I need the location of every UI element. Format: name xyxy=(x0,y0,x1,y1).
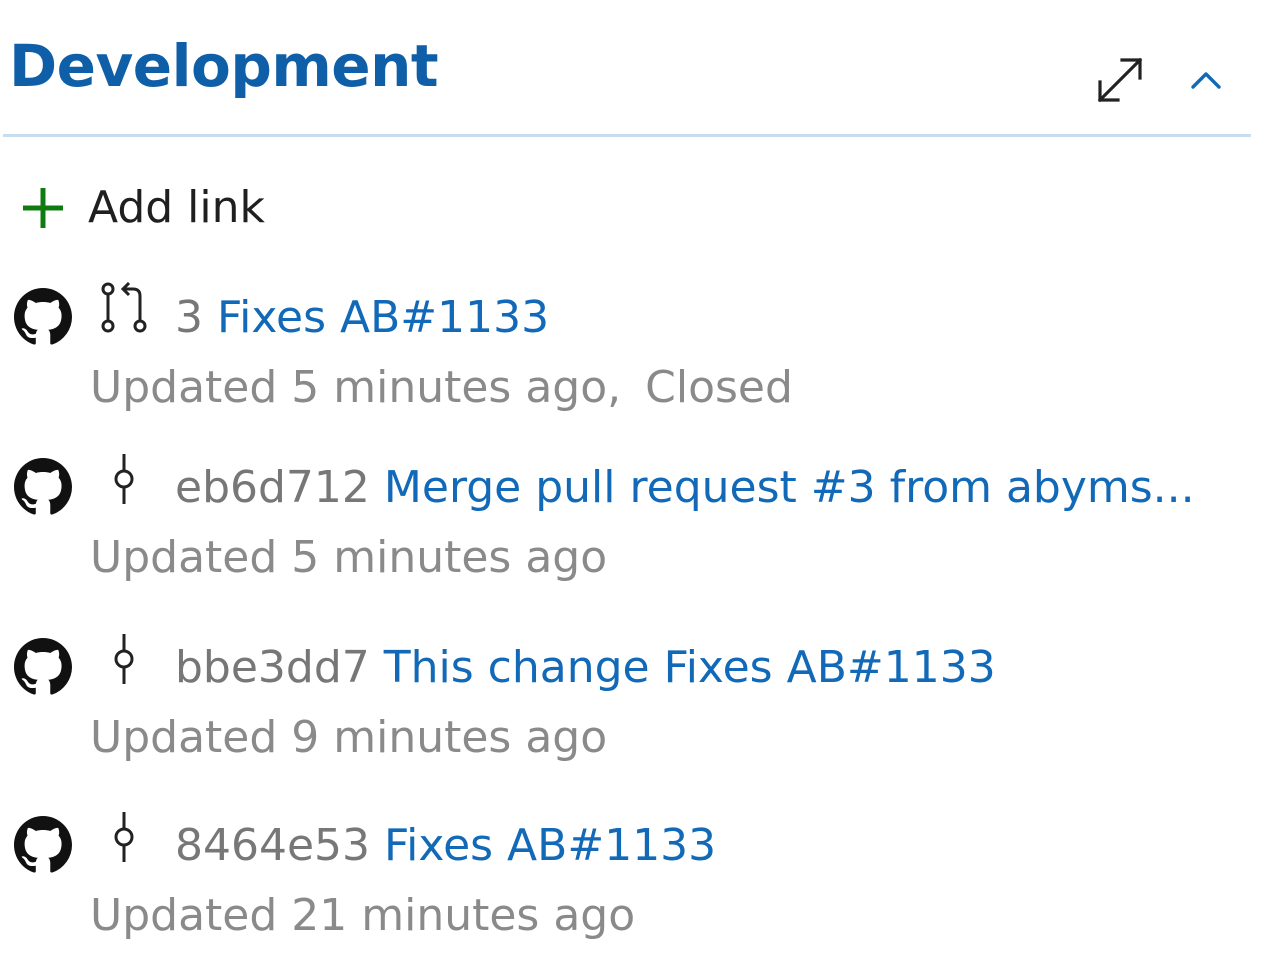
link-meta-row: Updated 21 minutes ago xyxy=(90,888,635,944)
panel-title: Development xyxy=(9,32,439,100)
expand-button[interactable] xyxy=(1092,52,1148,108)
status-text: Closed xyxy=(645,362,793,413)
development-link-item: bbe3dd7 This change Fixes AB#1133 Updated… xyxy=(0,630,1251,780)
pull-request-number: 3 xyxy=(175,292,203,343)
commit-hash: 8464e53 xyxy=(175,820,371,871)
updated-time: Updated 5 minutes ago xyxy=(90,532,608,583)
add-link-button[interactable]: Add link xyxy=(20,180,265,236)
commit-hash: eb6d712 xyxy=(175,462,370,513)
link-meta-row: Updated 5 minutes ago xyxy=(90,530,607,586)
expand-icon xyxy=(1097,57,1143,103)
updated-time: Updated 9 minutes ago xyxy=(90,712,608,763)
github-icon xyxy=(14,816,72,873)
link-meta-row: Updated 9 minutes ago xyxy=(90,710,607,766)
link-title[interactable]: Merge pull request #3 from abyms... xyxy=(384,462,1195,513)
development-link-item: 8464e53 Fixes AB#1133 Updated 21 minutes … xyxy=(0,808,1251,958)
commit-icon xyxy=(114,812,134,862)
updated-time: Updated 5 minutes ago, xyxy=(90,362,622,413)
link-title[interactable]: Fixes AB#1133 xyxy=(217,292,549,343)
github-icon xyxy=(14,458,72,515)
link-title-row: 8464e53 Fixes AB#1133 xyxy=(175,818,716,874)
link-title-row: 3 Fixes AB#1133 xyxy=(175,290,549,346)
github-icon xyxy=(14,638,72,695)
github-icon xyxy=(14,288,72,345)
commit-hash: bbe3dd7 xyxy=(175,642,370,693)
link-meta-row: Updated 5 minutes ago, Closed xyxy=(90,360,793,416)
collapse-button[interactable] xyxy=(1186,62,1226,98)
chevron-up-icon xyxy=(1191,72,1221,89)
commit-icon xyxy=(114,634,134,684)
plus-icon xyxy=(23,188,63,228)
link-title[interactable]: This change Fixes AB#1133 xyxy=(384,642,996,693)
add-link-label: Add link xyxy=(88,182,265,233)
panel-header: Development xyxy=(0,0,1251,137)
link-title-row: bbe3dd7 This change Fixes AB#1133 xyxy=(175,640,996,696)
development-link-item: 3 Fixes AB#1133 Updated 5 minutes ago, Clo… xyxy=(0,280,1251,430)
development-panel: Development Add link 3 Fixes AB#1133 Upd… xyxy=(0,0,1287,966)
updated-time: Updated 21 minutes ago xyxy=(90,890,636,941)
pull-request-icon xyxy=(101,281,147,333)
link-title[interactable]: Fixes AB#1133 xyxy=(384,820,716,871)
header-divider xyxy=(3,134,1251,137)
development-link-item: eb6d712 Merge pull request #3 from abyms.… xyxy=(0,450,1251,600)
commit-icon xyxy=(114,454,134,504)
link-title-row: eb6d712 Merge pull request #3 from abyms.… xyxy=(175,460,1195,516)
